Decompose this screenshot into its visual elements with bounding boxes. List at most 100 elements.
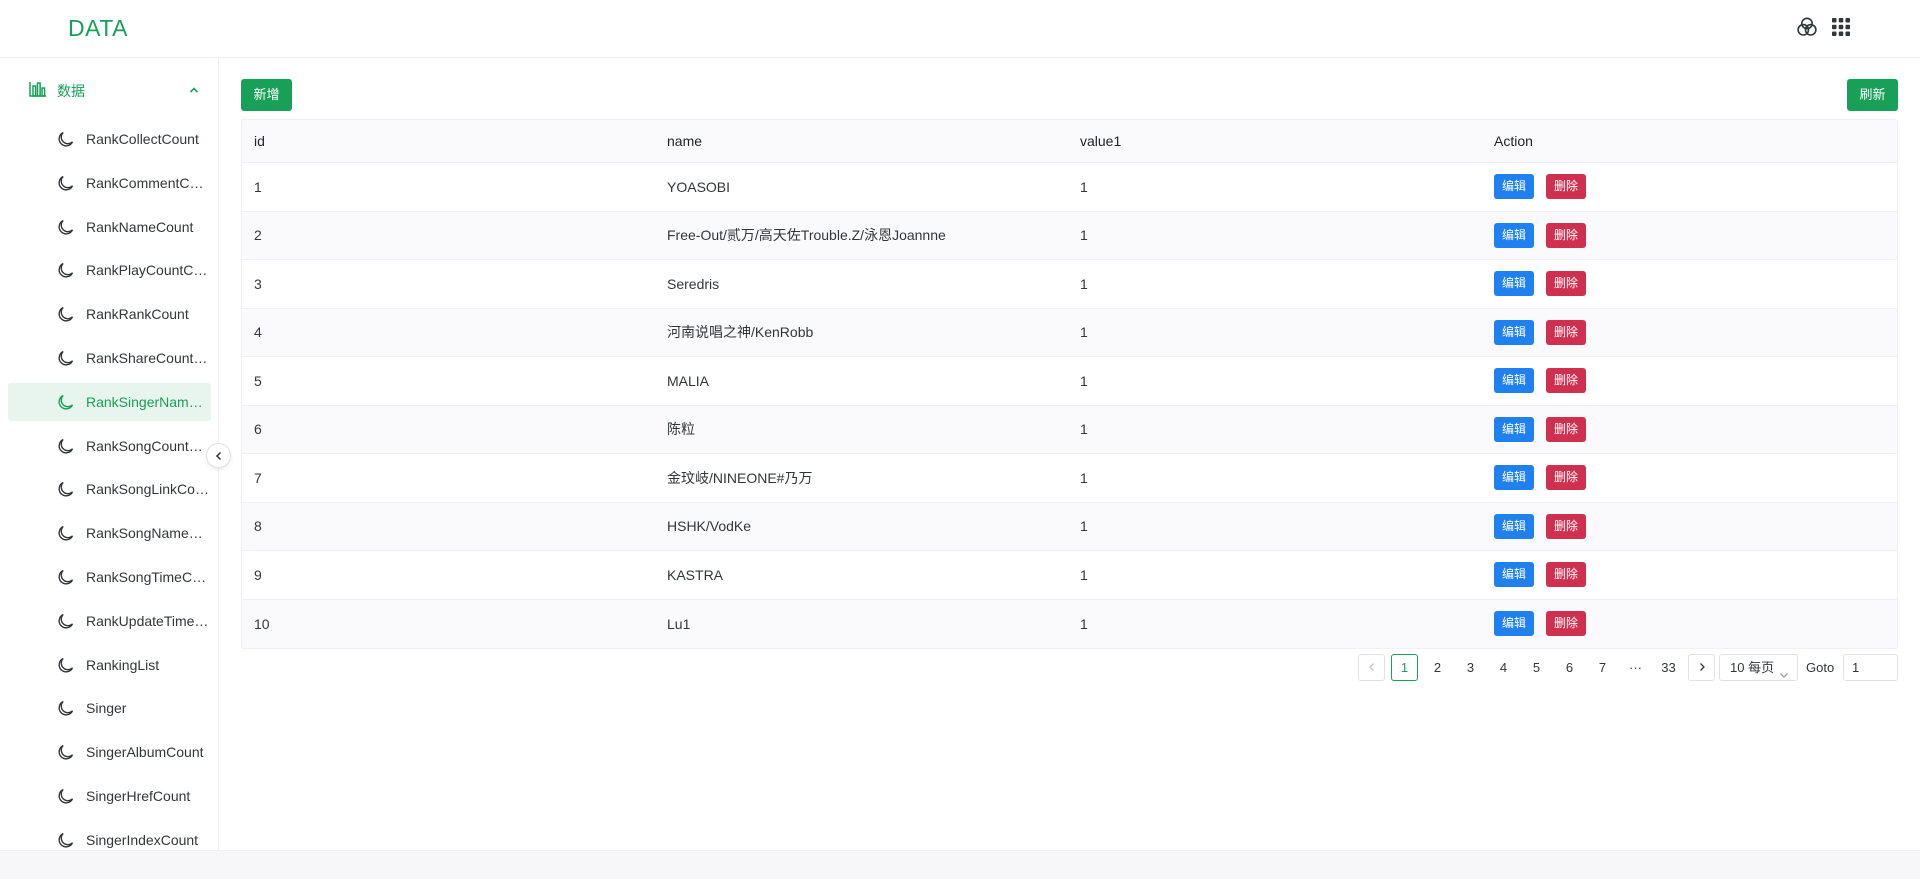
page-2-button[interactable]: 2 — [1424, 654, 1451, 681]
cell-actions: 编辑 删除 — [1494, 454, 1598, 502]
page-1-button[interactable]: 1 — [1391, 654, 1418, 681]
sidebar-item-singer[interactable]: Singer — [8, 689, 211, 727]
page-6-button[interactable]: 6 — [1556, 654, 1583, 681]
sidebar-item-rankrankcount[interactable]: RankRankCount — [8, 295, 211, 333]
sidebar-item-ranksongnamecount[interactable]: RankSongNameCount — [8, 514, 211, 552]
cell-id: 8 — [254, 518, 262, 535]
app-logo[interactable]: DATA — [68, 15, 128, 42]
sidebar-group-data[interactable]: 数据 — [8, 68, 211, 110]
sidebar-item-rankplaycountcount[interactable]: RankPlayCountCount — [8, 251, 211, 289]
sidebar-item-label: SingerAlbumCount — [86, 744, 204, 761]
cell-value1: 1 — [1080, 178, 1088, 195]
delete-button[interactable]: 删除 — [1546, 611, 1587, 637]
page-4-button[interactable]: 4 — [1490, 654, 1517, 681]
table-row: 3 Seredris 1 编辑 删除 — [242, 260, 1897, 309]
delete-button[interactable]: 删除 — [1546, 562, 1587, 588]
sidebar-item-ranksonglinkcount[interactable]: RankSongLinkCount — [8, 470, 211, 508]
moon-icon — [57, 438, 74, 455]
cell-id: 10 — [254, 615, 270, 632]
sidebar-collapse-button[interactable] — [206, 443, 231, 468]
cell-actions: 编辑 删除 — [1494, 163, 1598, 211]
cell-actions: 编辑 删除 — [1494, 503, 1598, 551]
next-page-button[interactable] — [1688, 654, 1715, 681]
page-ellipsis[interactable]: ··· — [1622, 654, 1649, 681]
moon-icon — [57, 657, 74, 674]
cell-value1: 1 — [1080, 518, 1088, 535]
sidebar-item-label: RankingList — [86, 656, 160, 673]
sidebar-item-singeralbumcount[interactable]: SingerAlbumCount — [8, 733, 211, 771]
moon-icon — [57, 306, 74, 323]
sidebar-item-singerhrefcount[interactable]: SingerHrefCount — [8, 777, 211, 815]
cell-id: 1 — [254, 178, 262, 195]
delete-button[interactable]: 删除 — [1546, 222, 1587, 248]
moon-icon — [57, 569, 74, 586]
sidebar-item-label: RankUpdateTimeCount — [86, 612, 210, 629]
cell-id: 3 — [254, 275, 262, 292]
edit-button[interactable]: 编辑 — [1494, 562, 1535, 588]
edit-button[interactable]: 编辑 — [1494, 368, 1535, 394]
sidebar-item-label: RankCollectCount — [86, 131, 199, 147]
delete-button[interactable]: 删除 — [1546, 319, 1587, 345]
delete-button[interactable]: 删除 — [1546, 465, 1587, 491]
edit-button[interactable]: 编辑 — [1494, 611, 1535, 637]
cell-value1: 1 — [1080, 421, 1088, 438]
page-5-button[interactable]: 5 — [1523, 654, 1550, 681]
sidebar-item-ranksingernamecount[interactable]: RankSingerNameCount — [8, 382, 211, 421]
sidebar-item-rankcommentcount[interactable]: RankCommentCount — [8, 164, 211, 202]
column-header-value1[interactable]: value1 — [1080, 120, 1121, 162]
column-header-action: Action — [1494, 133, 1533, 149]
edit-button[interactable]: 编辑 — [1494, 319, 1535, 345]
moon-icon — [57, 613, 74, 630]
column-header-id[interactable]: id — [254, 120, 265, 162]
sidebar-item-label: RankCommentCount — [86, 174, 210, 191]
page-7-button[interactable]: 7 — [1589, 654, 1616, 681]
prev-page-button[interactable] — [1358, 654, 1385, 681]
edit-button[interactable]: 编辑 — [1494, 465, 1535, 491]
color-circles-icon[interactable] — [1795, 15, 1819, 39]
sidebar-item-label: RankNameCount — [86, 218, 194, 235]
goto-input[interactable] — [1843, 654, 1898, 681]
sidebar-item-ranksongcountcount[interactable]: RankSongCountCount — [8, 427, 211, 465]
sidebar-item-rankinglist[interactable]: RankingList — [8, 646, 211, 684]
delete-button[interactable]: 删除 — [1546, 513, 1587, 539]
page-size-value: 10 每页 — [1730, 660, 1775, 675]
sidebar-item-rankupdatetimecount[interactable]: RankUpdateTimeCount — [8, 602, 211, 640]
sidebar-item-label: RankSongNameCount — [86, 525, 210, 542]
goto-label: Goto — [1806, 660, 1835, 675]
apps-grid-icon[interactable] — [1829, 15, 1853, 39]
cell-actions: 编辑 删除 — [1494, 357, 1598, 405]
sidebar-item-rankcollectcount[interactable]: RankCollectCount — [8, 120, 211, 158]
sidebar-item-singerindexcount[interactable]: SingerIndexCount — [8, 821, 211, 850]
edit-button[interactable]: 编辑 — [1494, 222, 1535, 248]
delete-button[interactable]: 删除 — [1546, 368, 1587, 394]
add-button[interactable]: 新增 — [241, 79, 292, 111]
cell-value1: 1 — [1080, 227, 1088, 244]
page-last-button[interactable]: 33 — [1655, 654, 1682, 681]
delete-button[interactable]: 删除 — [1546, 271, 1587, 297]
moon-icon — [57, 481, 74, 498]
page-size-select[interactable]: 10 每页 — [1719, 654, 1798, 681]
cell-actions: 编辑 删除 — [1494, 600, 1598, 649]
delete-button[interactable]: 删除 — [1546, 416, 1587, 442]
footer — [0, 850, 1920, 879]
cell-id: 6 — [254, 421, 262, 438]
data-table: id name value1 Action 1 YOASOBI 1 编辑 删除 2 Free… — [241, 119, 1898, 649]
column-header-name[interactable]: name — [667, 120, 702, 162]
edit-button[interactable]: 编辑 — [1494, 513, 1535, 539]
page-3-button[interactable]: 3 — [1457, 654, 1484, 681]
delete-button[interactable]: 删除 — [1546, 174, 1587, 200]
table-row: 6 陈粒 1 编辑 删除 — [242, 405, 1897, 454]
edit-button[interactable]: 编辑 — [1494, 174, 1535, 200]
sidebar-item-ranknamecount[interactable]: RankNameCount — [8, 208, 211, 246]
edit-button[interactable]: 编辑 — [1494, 271, 1535, 297]
bar-chart-icon — [29, 81, 47, 97]
sidebar-item-ranksharecountcount[interactable]: RankShareCountCount — [8, 339, 211, 377]
sidebar-item-ranksongtimecount[interactable]: RankSongTimeCount — [8, 558, 211, 596]
moon-icon — [57, 131, 74, 148]
cell-value1: 1 — [1080, 275, 1088, 292]
table-row: 2 Free-Out/贰万/高天佐Trouble.Z/泳恩Joannne 1 编辑 删除 — [242, 211, 1897, 260]
edit-button[interactable]: 编辑 — [1494, 416, 1535, 442]
cell-actions: 编辑 删除 — [1494, 260, 1598, 308]
refresh-button[interactable]: 刷新 — [1847, 79, 1898, 111]
cell-actions: 编辑 删除 — [1494, 212, 1598, 260]
